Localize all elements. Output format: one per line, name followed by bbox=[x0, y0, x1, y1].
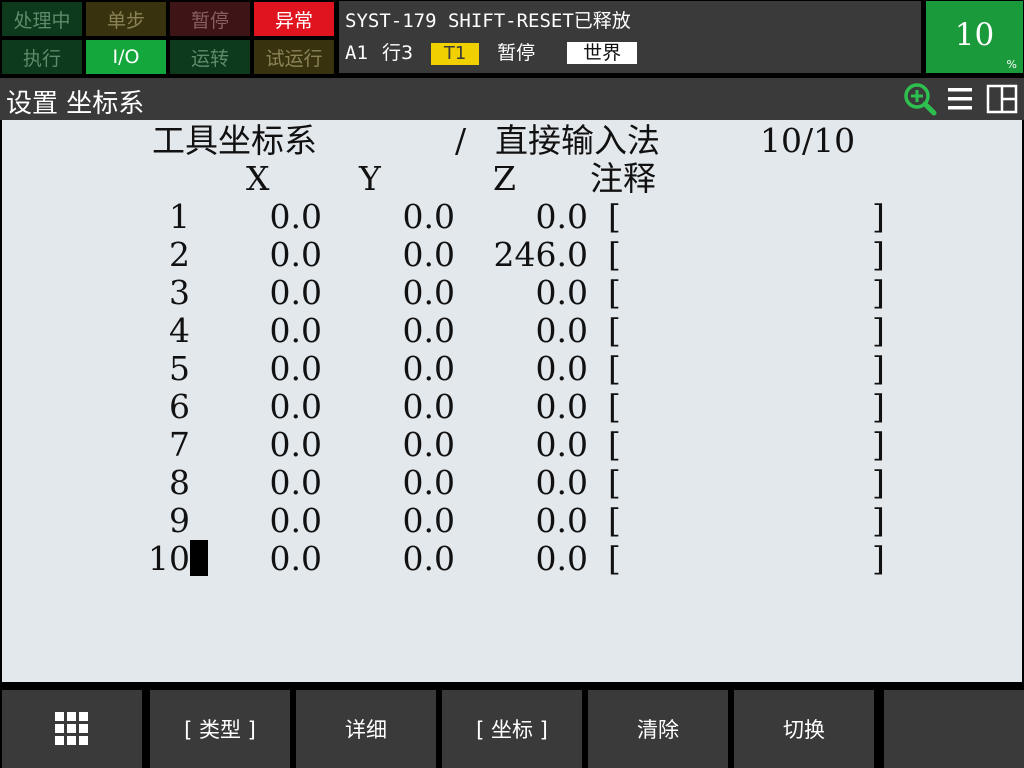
comment-bracket-open: [ bbox=[608, 501, 621, 540]
comment-bracket-open: [ bbox=[608, 197, 621, 236]
cell-z[interactable]: 0.0 bbox=[388, 540, 588, 578]
split-window-icon[interactable] bbox=[986, 84, 1018, 114]
comment-bracket-open: [ bbox=[608, 539, 621, 578]
grid-icon bbox=[55, 712, 88, 745]
comment-bracket-close: ] bbox=[872, 463, 885, 502]
table-row[interactable]: 8 0.0 0.0 0.0[] bbox=[2, 464, 1022, 502]
comment-bracket-close: ] bbox=[872, 197, 885, 236]
program-line: 行3 bbox=[381, 42, 414, 64]
table-row[interactable]: 4 0.0 0.0 0.0[] bbox=[2, 312, 1022, 350]
group-label: A1 bbox=[345, 42, 368, 64]
input-method: 直接输入法 bbox=[495, 121, 660, 160]
status-lamp-running: 执行 bbox=[2, 40, 82, 74]
comment-bracket-close: ] bbox=[872, 539, 885, 578]
comment-bracket-open: [ bbox=[608, 425, 621, 464]
status-lamp-hold: 暂停 bbox=[170, 2, 250, 36]
switch-button[interactable]: 切换 bbox=[734, 690, 874, 768]
comment-bracket-open: [ bbox=[608, 387, 621, 426]
next-button[interactable] bbox=[884, 690, 1024, 768]
table-row[interactable]: 7 0.0 0.0 0.0[] bbox=[2, 426, 1022, 464]
zoom-in-icon[interactable] bbox=[903, 82, 937, 116]
table-row[interactable]: 10 0.0 0.0 0.0[] bbox=[2, 540, 1022, 578]
comment-bracket-close: ] bbox=[872, 273, 885, 312]
cell-z[interactable]: 0.0 bbox=[388, 464, 588, 502]
col-header-z: Z bbox=[493, 159, 516, 198]
override-unit: % bbox=[1006, 58, 1017, 71]
frame-content: 工具坐标系 / 直接输入法 10/10 X Y Z 注释 1 0.0 0.0 0.0[… bbox=[2, 120, 1022, 682]
col-header-x: X bbox=[246, 159, 270, 198]
program-state: 暂停 bbox=[497, 42, 536, 64]
cell-z[interactable]: 0.0 bbox=[388, 198, 588, 236]
title-bar: 设置 坐标系 bbox=[0, 78, 1024, 120]
status-line: A1 行3 T1 暂停 世界 bbox=[345, 38, 638, 65]
clear-button[interactable]: 清除 bbox=[588, 690, 728, 768]
mode-badge: T1 bbox=[431, 43, 480, 65]
cell-z[interactable]: 0.0 bbox=[388, 312, 588, 350]
table-row[interactable]: 2 0.0 0.0 246.0[] bbox=[2, 236, 1022, 274]
col-header-comment: 注释 bbox=[590, 159, 656, 198]
heading-separator: / bbox=[455, 121, 467, 160]
status-lamp-fault: 异常 bbox=[254, 2, 334, 36]
coord-button[interactable]: [ 坐标 ] bbox=[442, 690, 582, 768]
table-row[interactable]: 1 0.0 0.0 0.0[] bbox=[2, 198, 1022, 236]
override-value: 10 bbox=[954, 17, 995, 53]
cell-z[interactable]: 0.0 bbox=[388, 502, 588, 540]
detail-button[interactable]: 详细 bbox=[296, 690, 436, 768]
comment-bracket-open: [ bbox=[608, 311, 621, 350]
cell-z[interactable]: 246.0 bbox=[388, 236, 588, 274]
cell-z[interactable]: 0.0 bbox=[388, 274, 588, 312]
status-lamp-single-step: 单步 bbox=[86, 2, 166, 36]
status-lamp-test-run: 试运行 bbox=[254, 40, 334, 74]
status-lamp-processing: 处理中 bbox=[2, 2, 82, 36]
table-row[interactable]: 6 0.0 0.0 0.0[] bbox=[2, 388, 1022, 426]
table-row[interactable]: 5 0.0 0.0 0.0[] bbox=[2, 350, 1022, 388]
comment-bracket-open: [ bbox=[608, 349, 621, 388]
alarm-message: SYST-179 SHIFT-RESET已释放 bbox=[345, 10, 631, 32]
comment-bracket-close: ] bbox=[872, 235, 885, 274]
cell-z[interactable]: 0.0 bbox=[388, 388, 588, 426]
text-cursor bbox=[190, 540, 208, 576]
col-header-y: Y bbox=[359, 159, 381, 198]
screen-title: 设置 坐标系 bbox=[6, 89, 145, 119]
comment-bracket-close: ] bbox=[872, 311, 885, 350]
page-indicator: 10/10 bbox=[760, 121, 856, 160]
comment-bracket-open: [ bbox=[608, 273, 621, 312]
message-panel: SYST-179 SHIFT-RESET已释放 A1 行3 T1 暂停 世界 bbox=[339, 1, 921, 73]
table-row[interactable]: 3 0.0 0.0 0.0[] bbox=[2, 274, 1022, 312]
table-row[interactable]: 9 0.0 0.0 0.0[] bbox=[2, 502, 1022, 540]
type-button[interactable]: [ 类型 ] bbox=[150, 690, 290, 768]
comment-bracket-open: [ bbox=[608, 463, 621, 502]
frame-badge: 世界 bbox=[567, 42, 638, 64]
cell-z[interactable]: 0.0 bbox=[388, 426, 588, 464]
cell-z[interactable]: 0.0 bbox=[388, 350, 588, 388]
speed-override[interactable]: 10 % bbox=[926, 1, 1023, 73]
comment-bracket-close: ] bbox=[872, 349, 885, 388]
status-lamp-io: I/O bbox=[86, 40, 166, 74]
status-lamp-operating: 运转 bbox=[170, 40, 250, 74]
menu-grid-button[interactable] bbox=[2, 690, 142, 768]
frame-type-heading: 工具坐标系 bbox=[152, 121, 317, 160]
comment-bracket-close: ] bbox=[872, 425, 885, 464]
comment-bracket-close: ] bbox=[872, 387, 885, 426]
comment-bracket-close: ] bbox=[872, 501, 885, 540]
comment-bracket-open: [ bbox=[608, 235, 621, 274]
menu-icon[interactable] bbox=[947, 86, 973, 112]
